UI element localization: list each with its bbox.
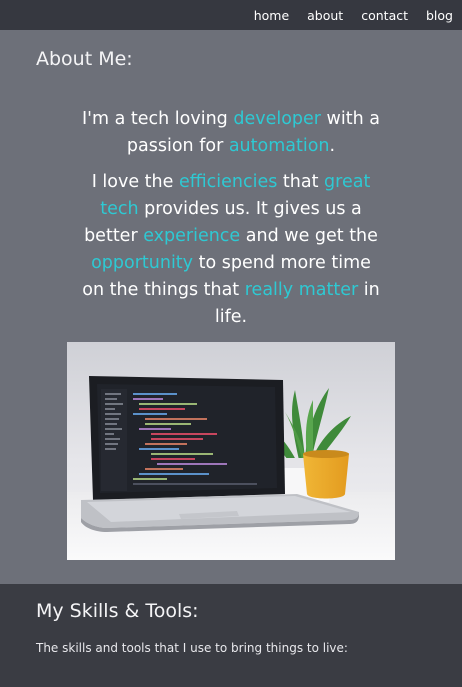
laptop-photo [67, 342, 395, 560]
highlight-efficiencies: efficiencies [178, 172, 278, 192]
about-paragraph-1: I'm a tech loving developer with a passi… [81, 106, 381, 160]
text-span: that [277, 172, 325, 192]
skills-section: My Skills & Tools: The skills and tools … [0, 584, 462, 687]
nav-link-contact[interactable]: contact [352, 8, 417, 23]
top-nav: home about contact blog [0, 0, 462, 30]
nav-link-home[interactable]: home [245, 8, 298, 23]
laptop-illustration [67, 342, 395, 560]
text-span: and we get the [240, 226, 378, 246]
nav-link-about[interactable]: about [298, 8, 352, 23]
about-paragraph-2: I love the efficiencies that great tech … [81, 169, 381, 331]
about-intro: I'm a tech loving developer with a passi… [0, 106, 462, 331]
highlight-automation: automation [228, 136, 330, 156]
about-section: About Me: I'm a tech loving developer wi… [0, 30, 462, 584]
highlight-opportunity: opportunity [91, 253, 194, 273]
nav-link-blog[interactable]: blog [417, 8, 453, 23]
skills-heading: My Skills & Tools: [36, 600, 199, 622]
text-span: I'm a tech loving [82, 109, 234, 129]
text-span: I love the [91, 172, 179, 192]
highlight-experience: experience [143, 226, 241, 246]
skills-intro: The skills and tools that I use to bring… [36, 641, 348, 655]
highlight-developer: developer [233, 109, 321, 129]
highlight-really-matter: really matter [244, 280, 359, 300]
text-span: . [329, 136, 336, 156]
about-heading: About Me: [36, 48, 133, 70]
